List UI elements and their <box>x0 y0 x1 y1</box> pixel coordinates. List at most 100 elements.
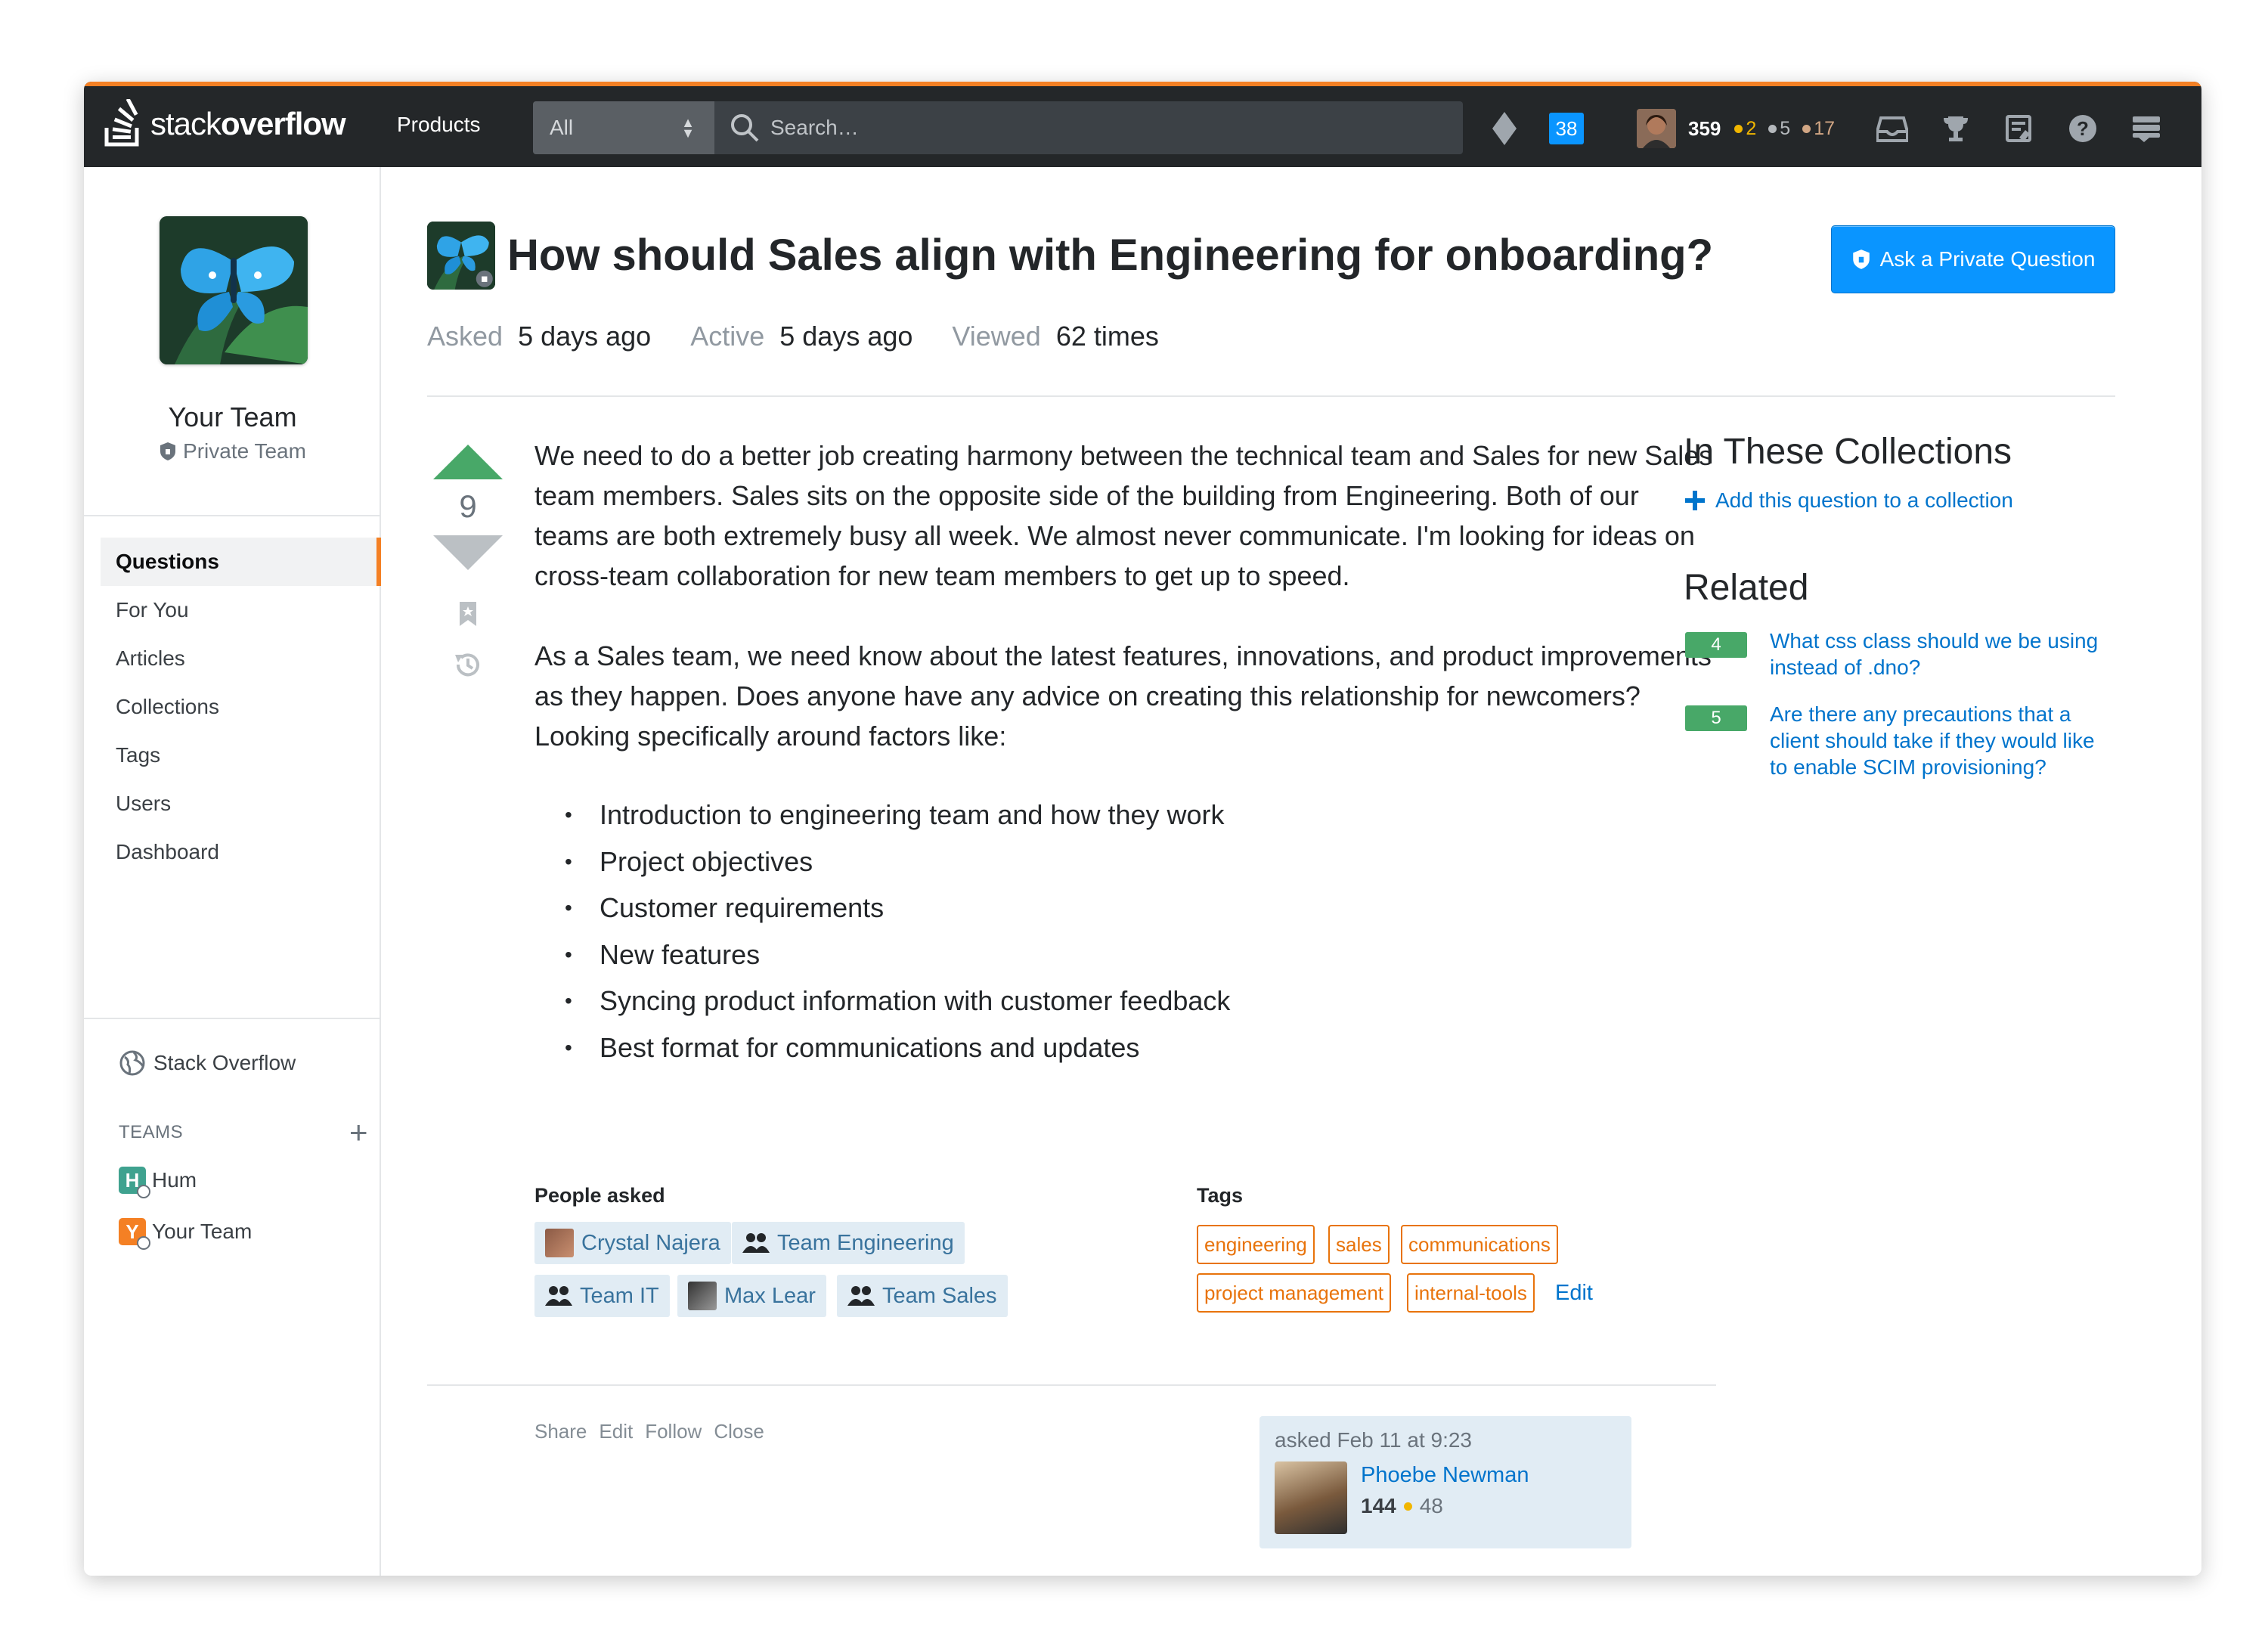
reputation-count: 359 <box>1688 116 1721 140</box>
select-arrows-icon: ▲ ▼ <box>681 115 695 141</box>
downvote-arrow-icon[interactable] <box>433 535 503 570</box>
diamond-icon[interactable] <box>1490 110 1519 147</box>
person-chip-crystal-najera[interactable]: Crystal Najera <box>534 1222 731 1264</box>
team-people-icon <box>847 1286 875 1306</box>
team-chip-engineering[interactable]: Team Engineering <box>732 1222 965 1264</box>
logo-text: stackoverflow <box>150 106 346 141</box>
list-item: Project objectives <box>534 838 1714 885</box>
user-avatar <box>688 1282 717 1310</box>
ask-private-question-button[interactable]: Ask a Private Question <box>1831 225 2115 293</box>
list-item: Introduction to engineering team and how… <box>534 792 1714 838</box>
sidebar-team-hum[interactable]: H Hum <box>119 1161 197 1199</box>
related-title: Related <box>1684 568 1809 608</box>
sidebar-item-questions[interactable]: Questions <box>101 538 381 586</box>
products-menu[interactable]: Products <box>397 106 481 144</box>
owner-card: asked Feb 11 at 9:23 Phoebe Newman 144 4… <box>1259 1416 1631 1548</box>
user-avatar[interactable] <box>1637 109 1676 148</box>
add-to-collection-link[interactable]: Add this question to a collection <box>1685 488 2013 513</box>
sidebar-item-articles[interactable]: Articles <box>101 634 381 683</box>
gold-badge-dot <box>1403 1502 1412 1511</box>
search-scope-value: All <box>550 116 574 139</box>
vote-count: 9 <box>459 488 477 524</box>
tag-internal-tools[interactable]: internal-tools <box>1407 1273 1535 1313</box>
edit-tags-link[interactable]: Edit <box>1555 1281 1593 1306</box>
team-people-icon <box>742 1233 770 1253</box>
collections-title: In These Collections <box>1684 432 2012 472</box>
team-hum-icon: H <box>119 1167 150 1198</box>
svg-text:?: ? <box>2077 117 2089 140</box>
tag-communications[interactable]: communications <box>1401 1225 1558 1264</box>
body-paragraph: As a Sales team, we need know about the … <box>534 640 1712 752</box>
sidebar-item-dashboard[interactable]: Dashboard <box>101 828 381 876</box>
asked-timestamp: asked Feb 11 at 9:23 <box>1275 1428 1472 1452</box>
team-logo-butterfly-icon[interactable] <box>160 216 308 364</box>
review-queue-icon[interactable] <box>2001 110 2037 147</box>
inbox-icon[interactable] <box>1874 110 1910 147</box>
team-name-label: Your Team <box>152 1220 253 1243</box>
related-question-link[interactable]: Are there any precautions that a client … <box>1770 701 2116 780</box>
related-question: 4 What css class should we be using inst… <box>1685 628 2116 680</box>
stackoverflow-logo[interactable]: stackoverflow <box>104 97 346 151</box>
edit-link[interactable]: Edit <box>599 1420 633 1443</box>
bookmark-icon[interactable] <box>458 600 478 628</box>
body-paragraph: We need to do a better job creating harm… <box>534 440 1713 591</box>
team-chip-sales[interactable]: Team Sales <box>837 1275 1008 1317</box>
related-score-badge: 4 <box>1685 632 1747 658</box>
tag-engineering[interactable]: engineering <box>1197 1225 1315 1264</box>
sidebar-item-collections[interactable]: Collections <box>101 683 381 731</box>
team-people-icon <box>545 1286 572 1306</box>
history-icon[interactable] <box>452 649 484 680</box>
search-input[interactable] <box>770 116 1224 140</box>
shield-icon <box>1852 250 1870 269</box>
list-item: Best format for communications and updat… <box>534 1024 1714 1071</box>
owner-avatar[interactable] <box>1275 1461 1347 1534</box>
factor-list: Introduction to engineering team and how… <box>534 792 1714 1071</box>
list-item: New features <box>534 931 1714 978</box>
tags-heading: Tags <box>1197 1184 1244 1207</box>
people-asked-heading: People asked <box>534 1184 665 1207</box>
asked-meta: Asked 5 days ago <box>427 321 652 352</box>
achievements-trophy-icon[interactable] <box>1938 110 1974 147</box>
stack-logo-icon <box>104 99 139 147</box>
share-link[interactable]: Share <box>534 1420 587 1443</box>
team-your-team-icon: Y <box>119 1218 150 1250</box>
person-chip-max-lear[interactable]: Max Lear <box>677 1275 826 1317</box>
stack-overflow-link[interactable]: Stack Overflow <box>119 1044 296 1082</box>
close-link[interactable]: Close <box>714 1420 764 1443</box>
bronze-badge-count: 17 <box>1802 118 1835 140</box>
search-scope-select[interactable]: All ▲ ▼ <box>533 101 714 154</box>
viewed-meta: Viewed 62 times <box>952 321 1159 352</box>
teams-header: TEAMS + <box>119 1117 368 1148</box>
tag-project-management[interactable]: project management <box>1197 1273 1392 1313</box>
globe-icon <box>119 1050 145 1076</box>
help-icon[interactable]: ? <box>2065 110 2101 147</box>
team-chip-it[interactable]: Team IT <box>534 1275 670 1317</box>
follow-link[interactable]: Follow <box>645 1420 702 1443</box>
team-name-label: Hum <box>152 1168 197 1192</box>
inbox-count-badge[interactable]: 38 <box>1549 113 1584 144</box>
sidebar-nav: Questions For You Articles Collections T… <box>101 538 381 876</box>
teams-header-label: TEAMS <box>119 1122 184 1142</box>
active-meta: Active 5 days ago <box>690 321 913 352</box>
shield-icon <box>160 442 176 460</box>
vote-controls: 9 <box>430 445 506 680</box>
search-bar: All ▲ ▼ <box>533 101 1463 154</box>
list-item: Syncing product information with custome… <box>534 978 1714 1024</box>
silver-badge-count: 5 <box>1768 118 1790 140</box>
add-team-plus-icon[interactable]: + <box>349 1117 368 1148</box>
sidebar-item-tags[interactable]: Tags <box>101 731 381 780</box>
sidebar-team-your-team[interactable]: Y Your Team <box>119 1213 252 1251</box>
upvote-arrow-icon[interactable] <box>433 445 503 479</box>
site-switcher-icon[interactable] <box>2128 110 2164 147</box>
sidebar-item-users[interactable]: Users <box>101 780 381 828</box>
related-question-link[interactable]: What css class should we be using instea… <box>1770 628 2116 680</box>
owner-name-link[interactable]: Phoebe Newman <box>1361 1463 1529 1488</box>
tag-sales[interactable]: sales <box>1328 1225 1390 1264</box>
question-team-butterfly-icon <box>427 222 495 290</box>
question-title[interactable]: How should Sales align with Engineering … <box>507 230 1713 281</box>
related-score-badge: 5 <box>1685 705 1747 731</box>
plus-icon <box>1685 491 1705 510</box>
sidebar-item-for-you[interactable]: For You <box>101 586 381 634</box>
user-avatar <box>545 1229 574 1257</box>
question-body: We need to do a better job creating harm… <box>534 435 1714 1071</box>
